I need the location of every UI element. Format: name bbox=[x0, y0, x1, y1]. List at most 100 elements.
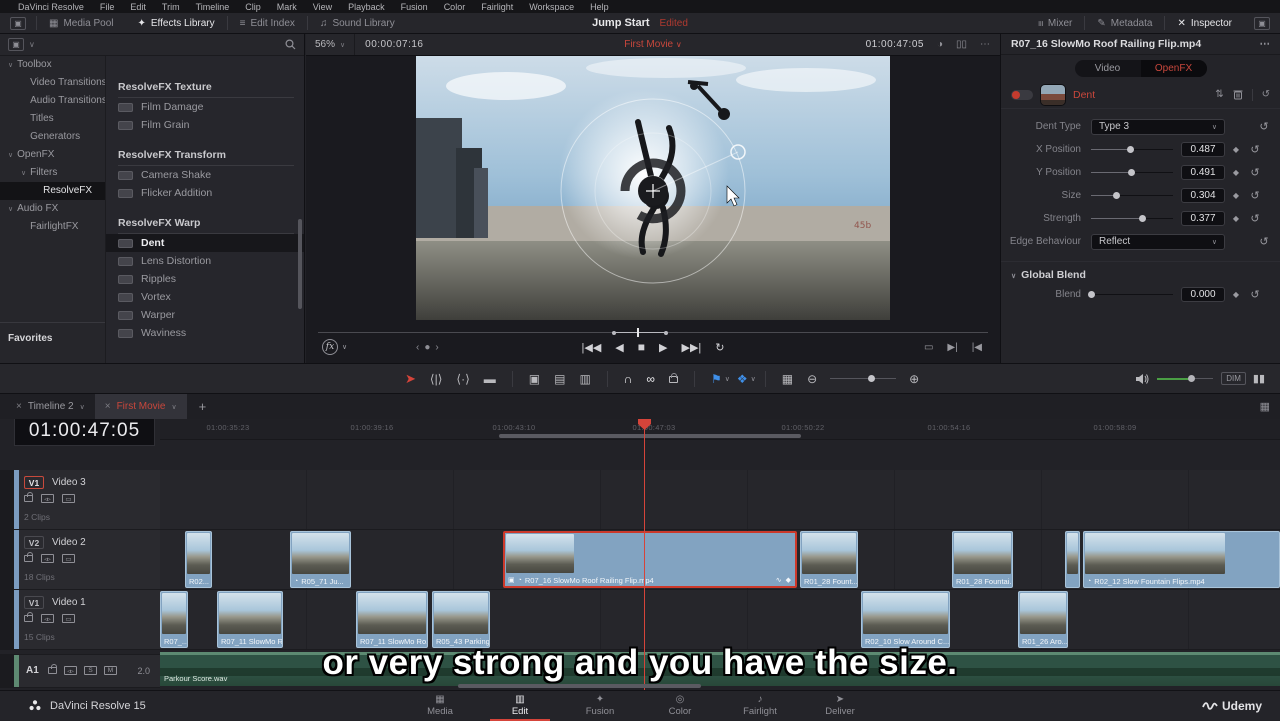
keyframe-icon[interactable]: ◆ bbox=[1225, 191, 1247, 200]
record-icon[interactable]: ● bbox=[424, 342, 430, 353]
control-value[interactable]: 0.304 bbox=[1181, 188, 1225, 203]
reorder-icon[interactable]: ⇅ bbox=[1215, 89, 1223, 100]
timeline-scroll-indicator[interactable] bbox=[499, 434, 801, 438]
lane-video2[interactable]: ▣◔R02...∿ ◆ ▣◔R05_71 Ju...∿ ◆ ▣◔R07_16 S… bbox=[160, 530, 1280, 590]
keyframe-icon[interactable]: ◆ bbox=[1225, 290, 1247, 299]
menu-item[interactable]: Timeline bbox=[188, 2, 238, 12]
delete-effect-icon[interactable] bbox=[1233, 89, 1243, 100]
keyframe-icon[interactable]: ◆ bbox=[1225, 168, 1247, 177]
inspector-button[interactable]: ✕Inspector bbox=[1165, 13, 1244, 33]
lock-icon[interactable] bbox=[24, 495, 33, 502]
enable-track-icon[interactable]: ▭ bbox=[62, 494, 75, 503]
effect-item[interactable]: Film Grain bbox=[106, 116, 304, 134]
page-button[interactable]: ▥Edit bbox=[480, 691, 560, 721]
search-icon[interactable] bbox=[285, 39, 296, 50]
close-icon[interactable]: × bbox=[16, 401, 22, 412]
zoom-out-icon[interactable]: ⊖ bbox=[800, 372, 824, 386]
audio-volume-slider[interactable] bbox=[1157, 375, 1213, 382]
sidebar-item[interactable]: ∨Audio Transitions bbox=[0, 92, 105, 110]
effect-item[interactable]: Vortex bbox=[106, 288, 304, 306]
menu-item[interactable]: Help bbox=[582, 2, 617, 12]
menu-item[interactable]: File bbox=[92, 2, 123, 12]
play-button[interactable]: ▶ bbox=[659, 341, 667, 354]
panel-toggle-icon[interactable]: ▣ bbox=[1254, 17, 1270, 30]
timeline-clip[interactable]: ▣◔R07_16 SlowMo Roof Railing Flip.mp4∿ ◆ bbox=[503, 531, 797, 588]
razor-edit-mode-icon[interactable]: ▬ bbox=[477, 372, 503, 386]
play-reverse-button[interactable]: ◀ bbox=[615, 341, 623, 354]
control-value[interactable]: 0.000 bbox=[1181, 287, 1225, 302]
sidebar-item[interactable]: ∨Generators bbox=[0, 128, 105, 146]
keyframe-icon[interactable]: ◆ bbox=[1225, 145, 1247, 154]
next-marker-icon[interactable]: › bbox=[435, 342, 438, 353]
audio-meters-icon[interactable]: ▮▮ bbox=[1246, 372, 1272, 385]
keyframe-icon[interactable]: ◆ bbox=[1225, 214, 1247, 223]
menu-item[interactable]: Edit bbox=[122, 2, 154, 12]
global-blend-section[interactable]: ∨Global Blend bbox=[1001, 261, 1280, 283]
auto-select-icon[interactable]: ◃▹ bbox=[41, 494, 54, 503]
timeline-clip[interactable]: ▣◔R07_11 SlowMo R...∿ ◆ bbox=[217, 591, 283, 648]
sidebar-item[interactable]: ∨Filters bbox=[0, 164, 105, 182]
reset-icon[interactable]: ↺ bbox=[1247, 143, 1263, 156]
page-button[interactable]: ♪Fairlight bbox=[720, 691, 800, 721]
dynamic-trim-mode-icon[interactable]: ⟨·⟩ bbox=[449, 372, 476, 386]
timeline-clip[interactable]: ▣◔R07_...∿ ◆ bbox=[160, 591, 188, 648]
timeline-clip[interactable]: ▣◔R05_43 Parking ...∿ ◆ bbox=[432, 591, 490, 648]
reset-icon[interactable]: ↺ bbox=[1256, 120, 1272, 133]
more-options-icon[interactable]: ⋯ bbox=[980, 39, 990, 50]
lock-icon[interactable] bbox=[24, 555, 33, 562]
enable-track-icon[interactable]: ▭ bbox=[62, 614, 75, 623]
reset-icon[interactable]: ↺ bbox=[1247, 166, 1263, 179]
track-destination-badge[interactable]: V2 bbox=[24, 536, 44, 549]
track-destination-badge[interactable]: V1 bbox=[24, 596, 44, 609]
loop-button[interactable]: ↻ bbox=[715, 341, 724, 354]
tab-openfx[interactable]: OpenFX bbox=[1141, 60, 1207, 77]
reset-icon[interactable]: ↺ bbox=[1262, 89, 1270, 100]
menu-item[interactable]: View bbox=[305, 2, 340, 12]
add-timeline-button[interactable]: + bbox=[187, 399, 219, 414]
next-edit-icon[interactable]: ▶| bbox=[947, 342, 957, 353]
sidebar-item[interactable]: ∨OpenFX bbox=[0, 146, 105, 164]
video-preview[interactable]: 45b bbox=[416, 56, 890, 320]
timeline-clip[interactable]: ▣◔R01_28 Fount...∿ ◆ bbox=[800, 531, 858, 588]
sidebar-item[interactable]: ∨Titles bbox=[0, 110, 105, 128]
effects-scrollbar[interactable] bbox=[298, 219, 302, 309]
control-value[interactable]: 0.377 bbox=[1181, 211, 1225, 226]
mixer-button[interactable]: ≡Mixer bbox=[1025, 13, 1084, 33]
menu-item[interactable]: Clip bbox=[237, 2, 269, 12]
overwrite-clip-icon[interactable]: ▤ bbox=[547, 372, 572, 386]
viewer-fx-menu[interactable]: fx∨ bbox=[322, 339, 347, 355]
menu-item[interactable]: Fusion bbox=[393, 2, 436, 12]
effect-item[interactable]: Camera Shake bbox=[106, 166, 304, 184]
sidebar-item[interactable]: ∨Video Transitions bbox=[0, 74, 105, 92]
insert-clip-icon[interactable]: ▣ bbox=[522, 372, 547, 386]
speaker-icon[interactable] bbox=[1135, 373, 1149, 385]
menu-item[interactable]: Playback bbox=[340, 2, 393, 12]
timeline-tab[interactable]: ×Timeline 2∨ bbox=[6, 394, 95, 419]
close-icon[interactable]: × bbox=[105, 401, 111, 412]
more-options-icon[interactable]: ⋯ bbox=[1260, 38, 1271, 50]
sidebar-item[interactable]: ∨Audio FX bbox=[0, 200, 105, 218]
replace-clip-icon[interactable]: ▥ bbox=[572, 372, 597, 386]
track-header[interactable]: V1 Video 3 ◃▹ ▭ 2 Clips bbox=[0, 470, 160, 530]
media-pool-button[interactable]: ▦Media Pool bbox=[37, 13, 125, 33]
timeline-tab[interactable]: ×First Movie∨ bbox=[95, 394, 187, 419]
prev-marker-icon[interactable]: ‹ bbox=[416, 342, 419, 353]
page-button[interactable]: ➤Deliver bbox=[800, 691, 880, 721]
prev-edit-icon[interactable]: |◀ bbox=[972, 342, 982, 353]
lane-video1[interactable]: ▣◔R07_...∿ ◆ ▣◔R07_11 SlowMo R...∿ ◆ ▣◔R… bbox=[160, 590, 1280, 650]
effect-enable-toggle[interactable] bbox=[1011, 90, 1033, 100]
chevron-down-icon[interactable]: ∨ bbox=[29, 40, 35, 49]
enable-track-icon[interactable]: ▭ bbox=[62, 554, 75, 563]
marker-chevron-icon[interactable]: ∨ bbox=[751, 375, 756, 383]
menu-item[interactable]: DaVinci Resolve bbox=[10, 2, 92, 12]
control-dropdown[interactable]: Type 3∨ bbox=[1091, 119, 1225, 135]
timeline-zoom-slider[interactable] bbox=[830, 375, 896, 382]
effects-library-button[interactable]: ✦Effects Library bbox=[125, 13, 226, 33]
tab-video[interactable]: Video bbox=[1075, 60, 1141, 77]
favorites-section[interactable]: Favorites bbox=[0, 322, 105, 344]
timeline-clip[interactable]: ▣◔R01_26 Aro...∿ ◆ bbox=[1018, 591, 1068, 648]
effect-item[interactable]: Warper bbox=[106, 306, 304, 324]
effect-item[interactable]: Flicker Addition bbox=[106, 184, 304, 202]
effect-item[interactable]: Lens Distortion bbox=[106, 252, 304, 270]
timeline-horizontal-scrollbar[interactable] bbox=[458, 684, 701, 688]
